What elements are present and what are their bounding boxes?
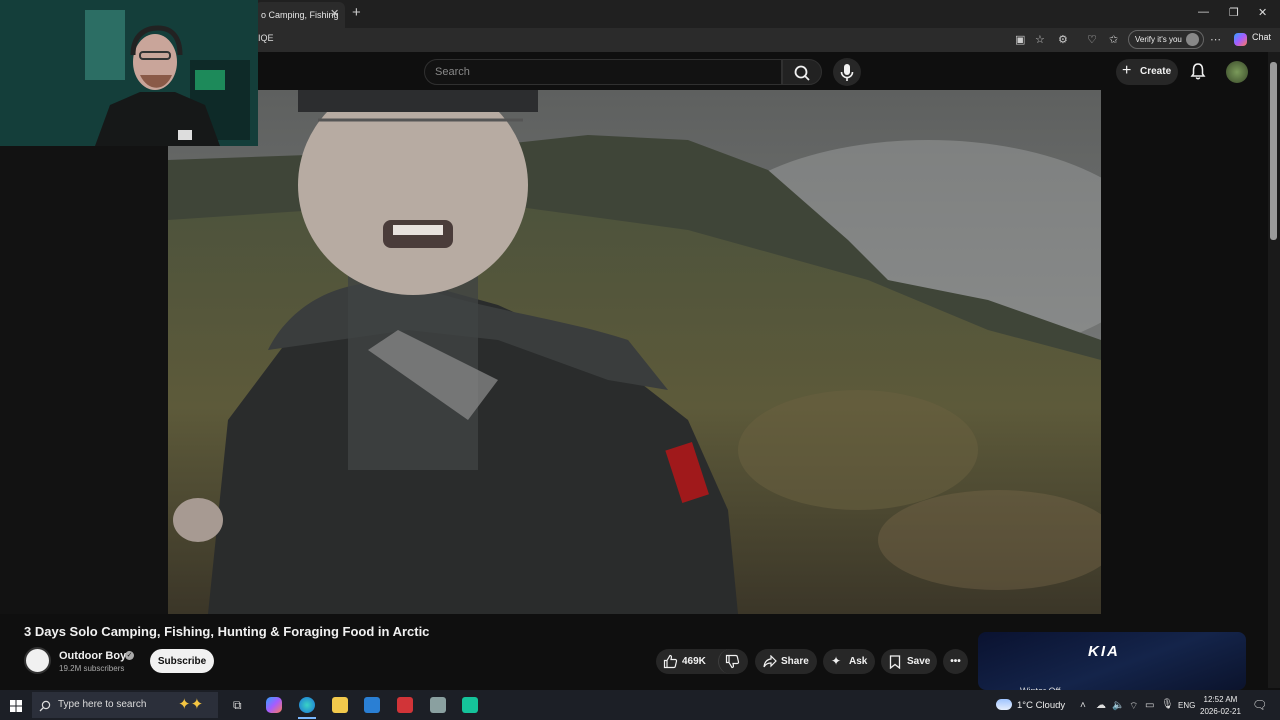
input-language[interactable]: ENG (1178, 701, 1195, 710)
favorites-icon[interactable]: ✩ (1109, 33, 1118, 46)
search-input[interactable]: Search (424, 59, 782, 85)
monitor-icon[interactable]: ▭ (1145, 700, 1154, 711)
close-tab-icon[interactable]: ✕ (330, 7, 339, 20)
ask-button[interactable]: ✦ Ask (823, 649, 875, 674)
tab-title: o Camping, Fishing (261, 10, 339, 20)
edge-browser-icon[interactable] (299, 697, 315, 713)
verify-label: Verify it's you (1135, 35, 1182, 44)
like-count: 469K (682, 656, 706, 667)
weather-text[interactable]: 1°C Cloudy (1017, 700, 1065, 711)
browser-essentials-icon[interactable]: ♡ (1087, 33, 1097, 46)
more-menu-icon[interactable]: ⋯ (1210, 33, 1221, 46)
share-arrow-icon (763, 655, 777, 668)
subscribe-button[interactable]: Subscribe (150, 649, 214, 673)
search-icon (39, 700, 51, 712)
video-frame-scene (168, 90, 1101, 614)
voice-search-button[interactable] (833, 58, 861, 86)
extensions-icon[interactable]: ⚙ (1058, 33, 1068, 46)
video-letterbox (0, 145, 168, 614)
taskbar-clock[interactable]: 12:52 AM 2026-02-21 (1200, 694, 1241, 718)
bookmark-icon (889, 655, 901, 669)
more-actions-button[interactable]: ••• (943, 649, 968, 674)
thumbs-up-icon (663, 654, 678, 669)
scrollbar-thumb[interactable] (1270, 62, 1277, 240)
copilot-taskbar-icon[interactable] (266, 697, 282, 713)
minimize-button[interactable]: — (1198, 6, 1209, 18)
user-avatar[interactable] (1226, 61, 1248, 83)
network-icon[interactable]: ⌔ (1129, 700, 1138, 713)
microphone-icon (840, 64, 854, 81)
clock-date: 2026-02-21 (1200, 707, 1241, 716)
cloudy-weather-icon (996, 699, 1012, 710)
new-tab-button[interactable]: + (352, 4, 361, 21)
copilot-icon[interactable] (1234, 33, 1247, 46)
app-available-icon[interactable]: ▣ (1015, 33, 1025, 46)
streamer-camera-image (0, 0, 258, 146)
plus-icon: + (1122, 62, 1132, 79)
search-button[interactable] (782, 59, 822, 85)
chevron-up-icon[interactable]: ˄ (1080, 700, 1086, 711)
notification-center-icon[interactable]: 🗨 (1252, 698, 1267, 712)
profile-avatar-icon (1186, 33, 1199, 46)
onedrive-icon[interactable]: ☁ (1096, 700, 1106, 711)
chat-button[interactable]: Chat (1252, 32, 1271, 42)
microphone-tray-icon[interactable]: 🎙 (1161, 699, 1174, 710)
game-app-icon[interactable] (462, 697, 478, 713)
share-label: Share (781, 656, 809, 667)
channel-name[interactable]: Outdoor Boys (59, 650, 132, 662)
search-icon (794, 65, 810, 81)
app-window-icon[interactable] (430, 697, 446, 713)
search-highlight-icon: ✦✦ (178, 696, 204, 713)
close-window-button[interactable]: ✕ (1258, 6, 1267, 19)
speaker-icon[interactable]: 🔈 (1112, 700, 1124, 711)
mail-icon[interactable] (364, 697, 380, 713)
gift-app-icon[interactable] (397, 697, 413, 713)
file-explorer-icon[interactable] (332, 697, 348, 713)
sparkle-icon: ✦ (831, 654, 842, 668)
ad-brand-logo: KIA (1088, 643, 1120, 660)
favorite-star-icon[interactable]: ☆ (1035, 33, 1045, 46)
ask-label: Ask (849, 656, 868, 667)
sponsored-ad-card[interactable] (978, 632, 1246, 690)
save-label: Save (907, 656, 931, 667)
active-app-indicator (298, 717, 316, 719)
webcam-overlay (0, 0, 258, 146)
restore-button[interactable]: ❐ (1229, 6, 1239, 19)
video-title: 3 Days Solo Camping, Fishing, Hunting & … (24, 624, 430, 639)
like-button[interactable]: 469K (656, 649, 718, 674)
subscriber-count: 19.2M subscribers (59, 664, 125, 673)
clock-time: 12:52 AM (1203, 695, 1238, 704)
windows-start-icon[interactable] (10, 700, 22, 712)
url-field[interactable]: IQE (258, 33, 274, 43)
save-button[interactable]: Save (881, 649, 937, 674)
dislike-button[interactable] (718, 649, 748, 674)
channel-avatar[interactable] (24, 647, 51, 674)
task-view-icon[interactable]: ⧉ (233, 698, 242, 713)
thumbs-down-icon (725, 654, 740, 669)
verified-check-icon: ✓ (125, 651, 134, 660)
share-button[interactable]: Share (755, 649, 817, 674)
notifications-bell-icon[interactable] (1190, 62, 1206, 80)
video-player[interactable] (168, 90, 1101, 614)
